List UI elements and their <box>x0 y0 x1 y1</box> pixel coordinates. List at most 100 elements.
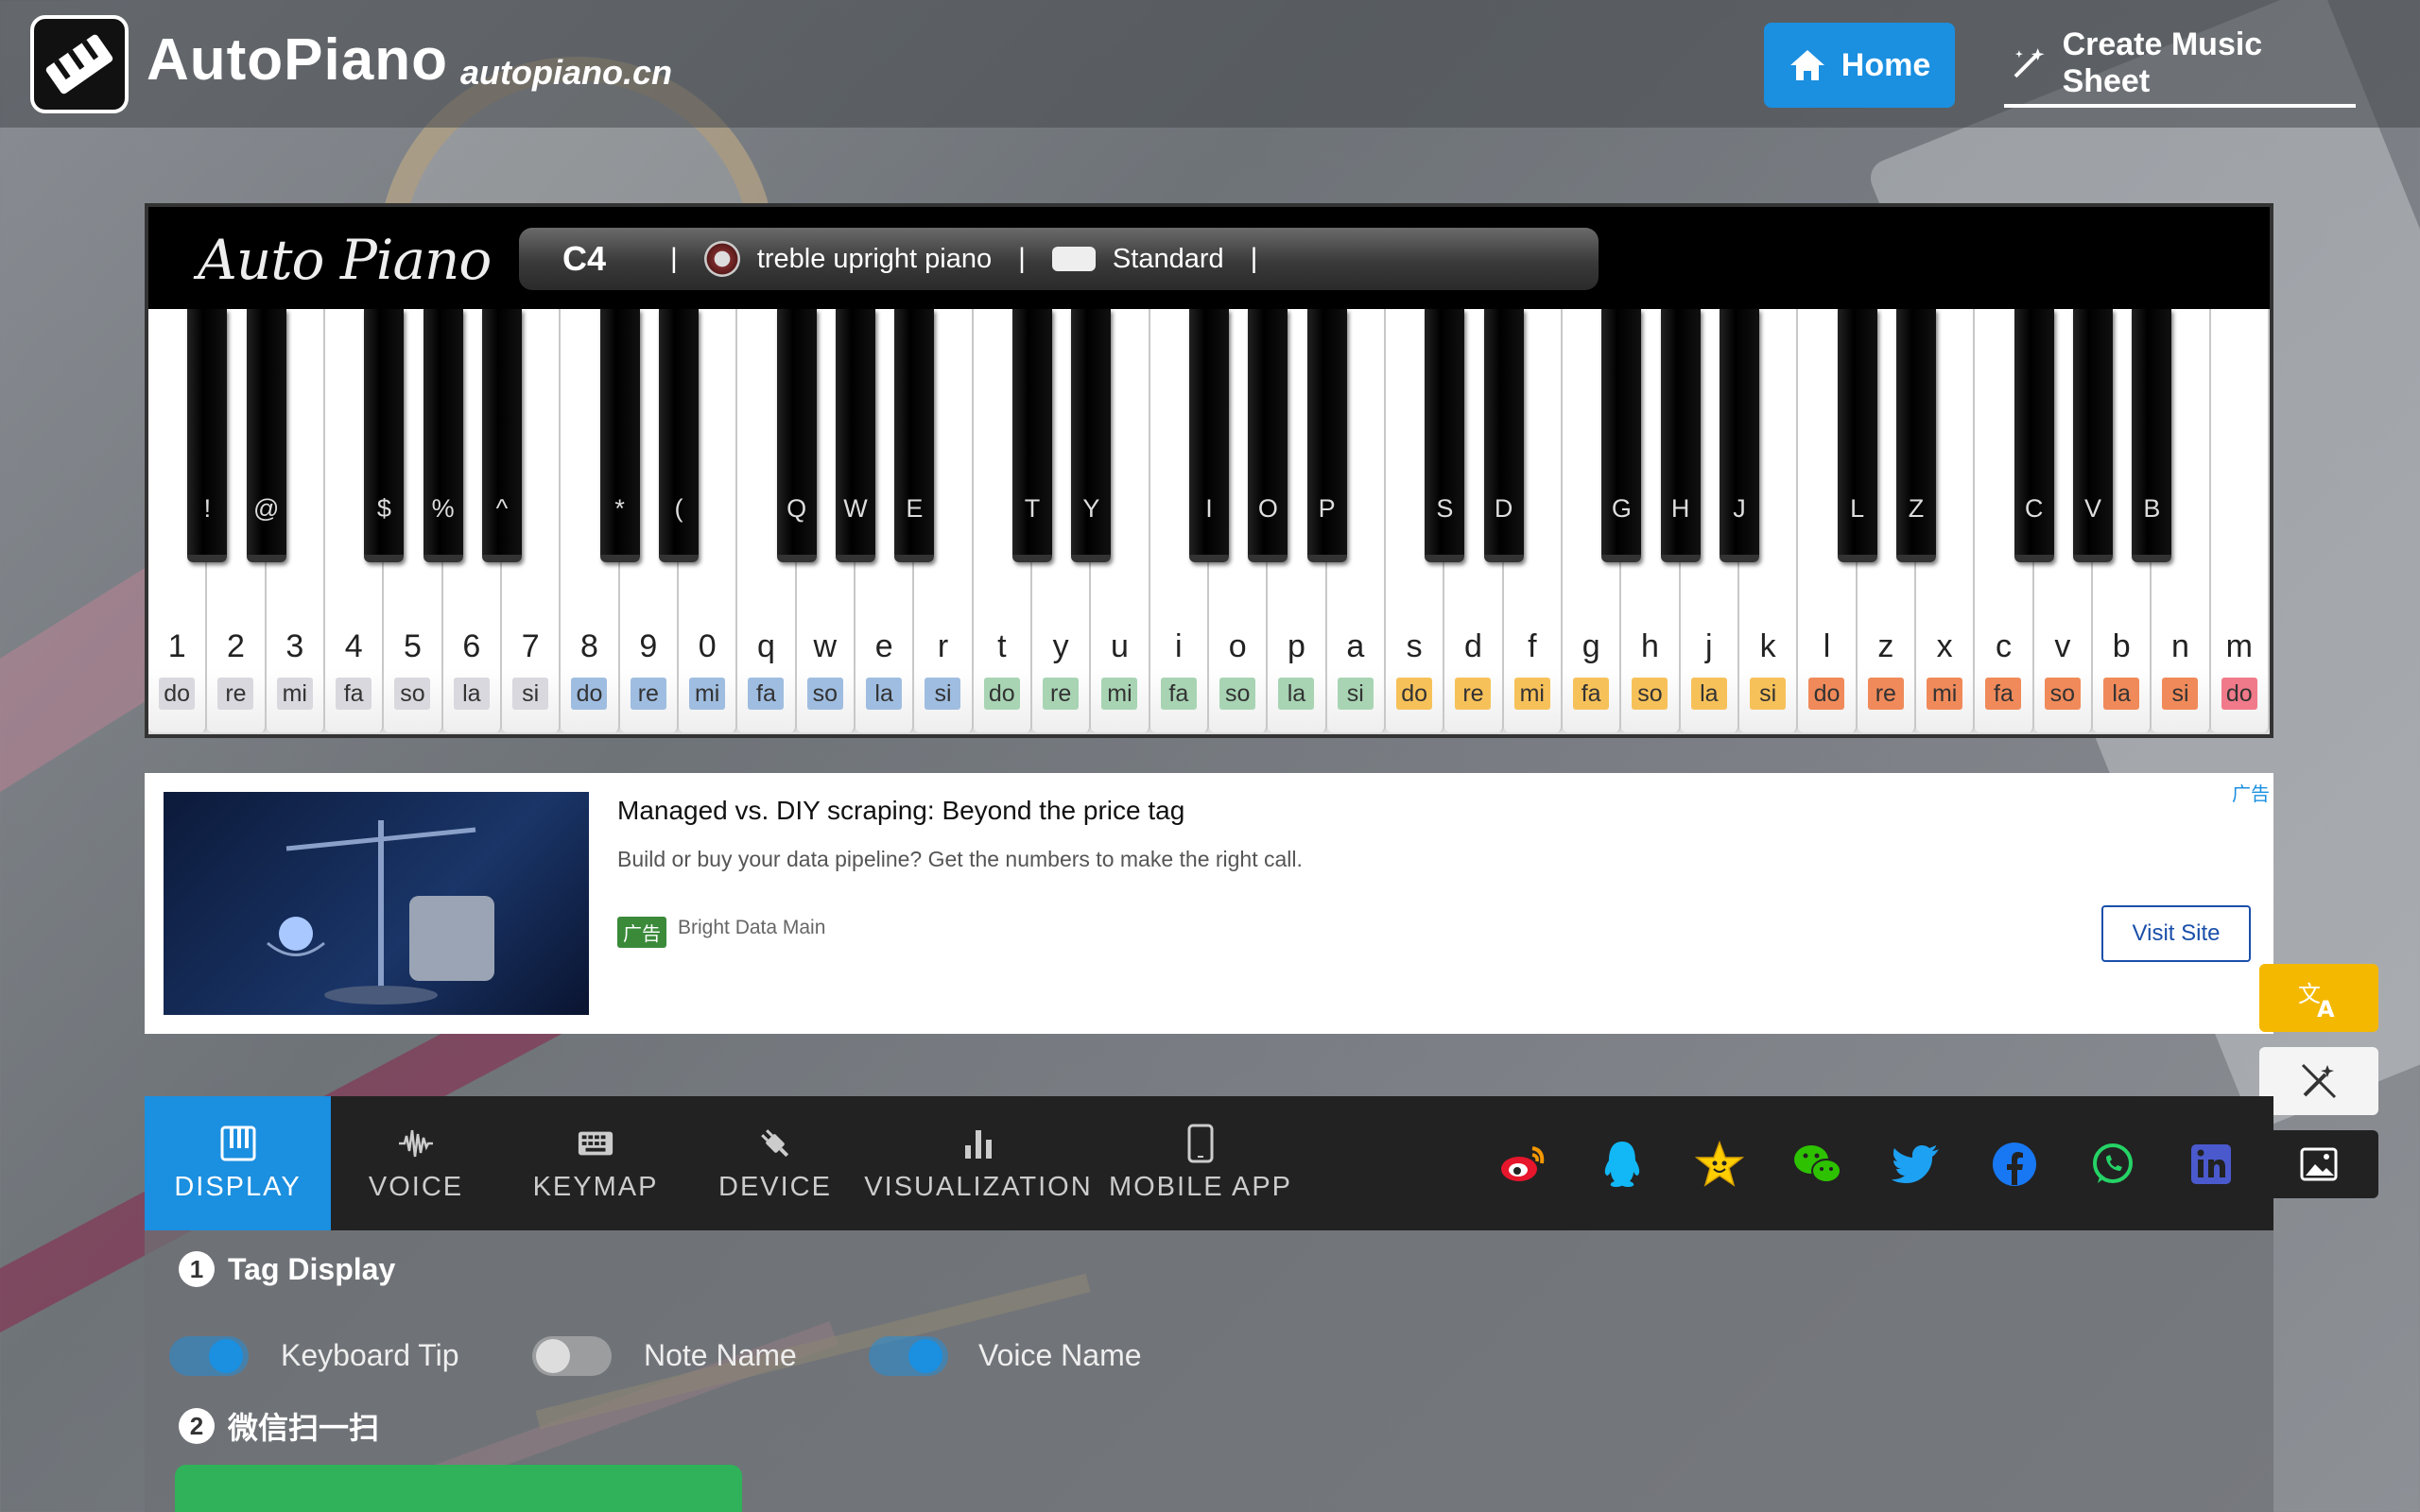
separator: | <box>1250 243 1258 274</box>
black-key[interactable]: D <box>1483 309 1524 562</box>
black-key[interactable]: O <box>1248 309 1288 562</box>
key-label: D <box>1494 494 1513 523</box>
black-key[interactable]: * <box>599 309 640 562</box>
brand-name[interactable]: AutoPiano <box>147 26 448 94</box>
key-label: l <box>1823 628 1831 664</box>
screenshot-button[interactable] <box>2259 1130 2378 1198</box>
facebook-icon[interactable] <box>1988 1138 2041 1191</box>
black-key[interactable]: W <box>836 309 875 562</box>
tab-voice[interactable]: VOICE <box>331 1096 501 1230</box>
qq-icon[interactable] <box>1596 1138 1649 1191</box>
create-music-sheet-button[interactable]: Create Music Sheet <box>2004 23 2356 108</box>
solfege-label: fa <box>748 678 785 710</box>
black-key[interactable]: T <box>1012 309 1052 562</box>
black-key[interactable]: ^ <box>482 309 522 562</box>
key-label: f <box>1528 628 1537 664</box>
tab-label: VOICE <box>368 1171 464 1202</box>
waveform-icon <box>397 1125 435 1162</box>
solfege-label: do <box>571 678 608 710</box>
image-icon <box>2300 1147 2338 1181</box>
whatsapp-icon[interactable] <box>2086 1138 2139 1191</box>
key-label: $ <box>376 494 391 523</box>
keyboard-tip-toggle[interactable] <box>169 1336 249 1376</box>
solfege-label: do <box>1396 678 1433 710</box>
ad-banner[interactable]: Managed vs. DIY scraping: Beyond the pri… <box>145 773 2273 1034</box>
black-key[interactable]: C <box>2014 309 2054 562</box>
home-label: Home <box>1841 46 1931 83</box>
key-label: i <box>1175 628 1183 664</box>
black-key[interactable]: J <box>1720 309 1759 562</box>
black-key[interactable]: I <box>1189 309 1229 562</box>
qzone-star-icon[interactable] <box>1693 1138 1746 1191</box>
black-key[interactable]: $ <box>364 309 405 562</box>
solfege-label: si <box>1750 678 1787 710</box>
key-label: h <box>1641 628 1659 664</box>
tab-keymap[interactable]: KEYMAP <box>501 1096 690 1230</box>
solfege-label: fa <box>1573 678 1610 710</box>
black-key[interactable]: Z <box>1896 309 1936 562</box>
tab-display[interactable]: DISPLAY <box>145 1096 331 1230</box>
linkedin-icon[interactable] <box>2185 1138 2238 1191</box>
magic-off-icon <box>2301 1063 2337 1099</box>
ad-title[interactable]: Managed vs. DIY scraping: Beyond the pri… <box>617 796 1184 826</box>
piano-top-bar: Auto Piano C4 | treble upright piano | S… <box>148 207 2270 309</box>
key-label: Y <box>1082 494 1100 523</box>
solfege-label: la <box>1278 678 1315 710</box>
twitter-icon[interactable] <box>1890 1138 1943 1191</box>
key-label: 7 <box>521 628 540 664</box>
solfege-label: so <box>806 678 843 710</box>
tab-visualization[interactable]: VISUALIZATION <box>860 1096 1097 1230</box>
current-note: C4 <box>562 239 607 278</box>
black-key[interactable]: ( <box>659 309 699 562</box>
instrument-name[interactable]: treble upright piano <box>757 244 992 275</box>
visit-site-button[interactable]: Visit Site <box>2101 905 2251 962</box>
black-key[interactable]: L <box>1837 309 1877 562</box>
key-label: 0 <box>698 628 717 664</box>
theme-toggle-button[interactable] <box>2259 1047 2378 1115</box>
ad-source[interactable]: Bright Data Main <box>678 917 825 939</box>
black-key[interactable]: V <box>2073 309 2113 562</box>
autopiano-logo-icon[interactable] <box>30 15 129 113</box>
brand-domain: autopiano.cn <box>460 53 672 92</box>
key-label: n <box>2171 628 2189 664</box>
black-key[interactable]: ! <box>187 309 228 562</box>
black-key[interactable]: G <box>1601 309 1642 562</box>
wechat-qr-card[interactable] <box>175 1465 742 1512</box>
home-button[interactable]: Home <box>1764 23 1955 108</box>
key-label: H <box>1670 494 1690 523</box>
key-label: q <box>757 628 775 664</box>
black-key[interactable]: % <box>423 309 463 562</box>
weibo-icon[interactable] <box>1496 1138 1549 1191</box>
voice-name-toggle[interactable] <box>869 1336 948 1376</box>
black-key[interactable]: B <box>2132 309 2172 562</box>
solfege-label: mi <box>1927 678 1963 710</box>
key-label: u <box>1111 628 1129 664</box>
black-key[interactable]: P <box>1306 309 1347 562</box>
bar-chart-icon <box>959 1125 997 1162</box>
tab-mobile-app[interactable]: MOBILE APP <box>1097 1096 1305 1230</box>
key-label: b <box>2112 628 2131 664</box>
section-title: 微信扫一扫 <box>228 1411 380 1445</box>
ad-corner-label[interactable]: 广告 <box>2232 779 2270 806</box>
note-name-toggle[interactable] <box>532 1336 612 1376</box>
keyboard-mode[interactable]: Standard <box>1113 244 1224 275</box>
tab-label: DISPLAY <box>174 1171 302 1202</box>
key-label: 1 <box>167 628 186 664</box>
wechat-icon[interactable] <box>1791 1138 1844 1191</box>
piano-widget: Auto Piano C4 | treble upright piano | S… <box>145 203 2273 738</box>
black-key[interactable]: Q <box>776 309 817 562</box>
black-key[interactable]: S <box>1425 309 1465 562</box>
ad-image[interactable] <box>164 792 589 1015</box>
key-label: a <box>1346 628 1365 664</box>
black-key[interactable]: Y <box>1071 309 1112 562</box>
translate-button[interactable]: 文A <box>2259 964 2378 1032</box>
tab-device[interactable]: DEVICE <box>690 1096 860 1230</box>
black-key[interactable]: H <box>1660 309 1701 562</box>
black-key[interactable]: E <box>894 309 935 562</box>
key-label: Q <box>786 494 807 523</box>
white-key[interactable]: m do <box>2210 309 2270 732</box>
separator: | <box>1018 243 1026 274</box>
settings-tabbar: DISPLAY VOICE KEYMAP DEVICE VISUALIZATIO… <box>145 1096 2273 1230</box>
black-key[interactable]: @ <box>246 309 286 562</box>
key-label: x <box>1936 628 1953 664</box>
